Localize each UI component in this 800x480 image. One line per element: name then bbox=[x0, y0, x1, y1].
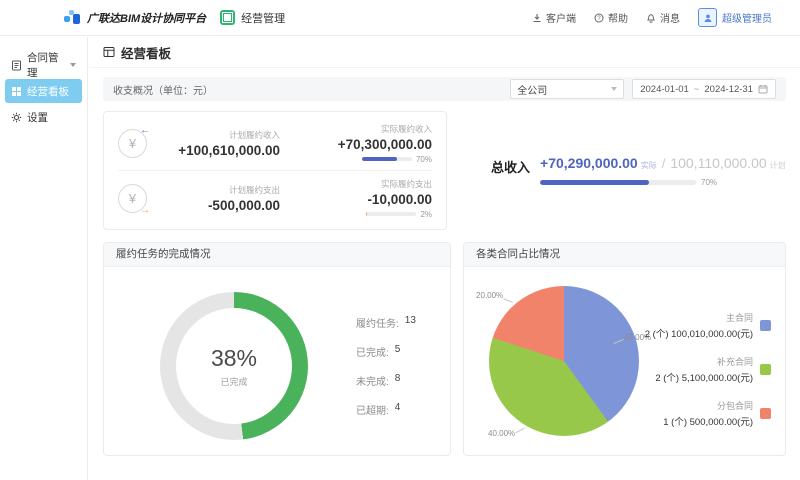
contract-ratio-panel: 各类合同占比情况 20.00% 40.00% 40.00% 主合同 2 (个) … bbox=[463, 242, 786, 456]
brand-title: 广联达BIM设计协同平台 bbox=[87, 10, 206, 26]
chevron-down-icon bbox=[70, 63, 76, 67]
planned-expense: 计划履约支出 -500,000.00 bbox=[147, 184, 292, 213]
main-content: 经营看板 收支概况（单位：元） 全公司 2024-01-01 ~ 2024-12… bbox=[89, 37, 800, 480]
planned-income: 计划履约收入 +100,610,000.00 bbox=[147, 129, 292, 158]
task-stats: 履约任务: 13 已完成: 5 未完成: 8 已超期: bbox=[356, 315, 416, 417]
donut-percent: 38% bbox=[211, 345, 257, 372]
charts-section: 履约任务的完成情况 38% 已完成 履约任务: 13 bbox=[103, 242, 786, 456]
chevron-down-icon bbox=[611, 87, 617, 91]
sidebar-item-label: 设置 bbox=[27, 110, 48, 125]
total-income-block: 总收入 +70,290,000.00 实际 / 100,110,000.00 计… bbox=[491, 155, 786, 187]
document-icon bbox=[11, 60, 22, 71]
progress-fill bbox=[362, 157, 397, 161]
help-icon: ? bbox=[594, 13, 604, 23]
stat-row: 已超期: 4 bbox=[356, 402, 416, 417]
donut-sublabel: 已完成 bbox=[220, 375, 247, 388]
sidebar-item-settings[interactable]: 设置 bbox=[5, 105, 82, 129]
section-label: 收支概况（单位：元） bbox=[113, 82, 213, 97]
arrow-in-icon: ← bbox=[140, 126, 150, 136]
sidebar: 合同管理 经营看板 设置 bbox=[0, 37, 88, 480]
panel-title: 各类合同占比情况 bbox=[464, 243, 785, 267]
header-actions: 客户端 ? 帮助 消息 超级管理员 bbox=[532, 8, 772, 27]
sidebar-item-label: 经营看板 bbox=[27, 84, 69, 99]
legend-swatch bbox=[760, 364, 771, 375]
income-progress: 70% bbox=[362, 155, 432, 164]
messages-link[interactable]: 消息 bbox=[646, 10, 680, 25]
sidebar-item-dashboard[interactable]: 经营看板 bbox=[5, 79, 82, 103]
filter-bar: 收支概况（单位：元） 全公司 2024-01-01 ~ 2024-12-31 bbox=[103, 77, 786, 101]
actual-income: 实际履约收入 +70,300,000.00 70% bbox=[292, 123, 432, 164]
client-link[interactable]: 客户端 bbox=[532, 10, 576, 25]
task-donut-chart: 38% 已完成 bbox=[160, 292, 308, 440]
total-income-values: +70,290,000.00 实际 / 100,110,000.00 计划 bbox=[540, 155, 786, 171]
help-link-label: 帮助 bbox=[608, 10, 628, 25]
stat-row: 履约任务: 13 bbox=[356, 315, 416, 330]
task-completion-panel: 履约任务的完成情况 38% 已完成 履约任务: 13 bbox=[103, 242, 451, 456]
page-title-row: 经营看板 bbox=[89, 37, 800, 68]
company-select[interactable]: 全公司 bbox=[510, 79, 624, 99]
legend-item-subcontract[interactable]: 分包合同 1 (个) 500,000.00(元) bbox=[645, 399, 771, 428]
actual-expense: 实际履约支出 -10,000.00 2% bbox=[292, 178, 432, 219]
date-range-picker[interactable]: 2024-01-01 ~ 2024-12-31 bbox=[632, 79, 776, 99]
sidebar-item-label: 合同管理 bbox=[27, 50, 65, 80]
user-name: 超级管理员 bbox=[722, 10, 772, 25]
expense-icon: ¥ → bbox=[118, 184, 147, 213]
app-window: 广联达BIM设计协同平台 经营管理 客户端 ? 帮助 消息 超级管理员 bbox=[0, 0, 800, 480]
avatar bbox=[698, 8, 717, 27]
income-icon: ¥ ← bbox=[118, 129, 147, 158]
messages-link-label: 消息 bbox=[660, 10, 680, 25]
progress-fill bbox=[366, 212, 367, 216]
total-income-progress: 70% bbox=[540, 178, 786, 187]
user-menu[interactable]: 超级管理员 bbox=[698, 8, 772, 27]
business-module-icon bbox=[220, 10, 235, 25]
board-icon bbox=[103, 46, 115, 58]
legend-swatch bbox=[760, 408, 771, 419]
date-separator: ~ bbox=[694, 84, 700, 95]
expense-progress: 2% bbox=[366, 210, 432, 219]
pie-legend: 主合同 2 (个) 100,010,000.00(元) 补充合同 2 (个) 5… bbox=[645, 311, 771, 428]
pie-slice-label: 40.00% bbox=[488, 429, 515, 438]
income-expense-card: ¥ ← 计划履约收入 +100,610,000.00 实际履约收入 +70,30… bbox=[103, 111, 447, 230]
pie-slice-label: 20.00% bbox=[476, 291, 503, 300]
sidebar-item-contract-management[interactable]: 合同管理 bbox=[5, 53, 82, 77]
stat-row: 已完成: 5 bbox=[356, 344, 416, 359]
brand: 广联达BIM设计协同平台 经营管理 bbox=[64, 10, 285, 26]
date-start: 2024-01-01 bbox=[640, 84, 689, 95]
legend-item-main-contract[interactable]: 主合同 2 (个) 100,010,000.00(元) bbox=[645, 311, 771, 340]
income-expense-section: ¥ ← 计划履约收入 +100,610,000.00 实际履约收入 +70,30… bbox=[103, 111, 786, 230]
module-name: 经营管理 bbox=[241, 10, 285, 26]
dashboard-icon bbox=[11, 86, 22, 97]
contract-pie-chart bbox=[489, 286, 639, 436]
income-row: ¥ ← 计划履约收入 +100,610,000.00 实际履约收入 +70,30… bbox=[118, 116, 432, 170]
top-header: 广联达BIM设计协同平台 经营管理 客户端 ? 帮助 消息 超级管理员 bbox=[0, 0, 800, 36]
filter-controls: 全公司 2024-01-01 ~ 2024-12-31 bbox=[510, 79, 776, 99]
legend-item-supplement-contract[interactable]: 补充合同 2 (个) 5,100,000.00(元) bbox=[645, 355, 771, 384]
bell-icon bbox=[646, 13, 656, 23]
help-link[interactable]: ? 帮助 bbox=[594, 10, 628, 25]
date-end: 2024-12-31 bbox=[704, 84, 753, 95]
glodon-logo-icon bbox=[64, 10, 81, 25]
client-link-label: 客户端 bbox=[546, 10, 576, 25]
calendar-icon bbox=[758, 84, 768, 94]
arrow-out-icon: → bbox=[140, 206, 150, 216]
desktop-download-icon bbox=[532, 13, 542, 23]
planned-total: 100,110,000.00 bbox=[670, 155, 766, 171]
legend-swatch bbox=[760, 320, 771, 331]
total-income-label: 总收入 bbox=[491, 157, 530, 176]
stat-row: 未完成: 8 bbox=[356, 373, 416, 388]
person-icon bbox=[703, 13, 713, 23]
expense-row: ¥ → 计划履约支出 -500,000.00 实际履约支出 -10,000.00… bbox=[118, 171, 432, 225]
actual-total: +70,290,000.00 bbox=[540, 155, 638, 171]
progress-fill bbox=[540, 180, 649, 185]
total-income-body: +70,290,000.00 实际 / 100,110,000.00 计划 70… bbox=[540, 155, 786, 187]
page-title: 经营看板 bbox=[121, 43, 171, 62]
gear-icon bbox=[11, 112, 22, 123]
panel-title: 履约任务的完成情况 bbox=[104, 243, 450, 267]
company-select-value: 全公司 bbox=[517, 82, 547, 97]
